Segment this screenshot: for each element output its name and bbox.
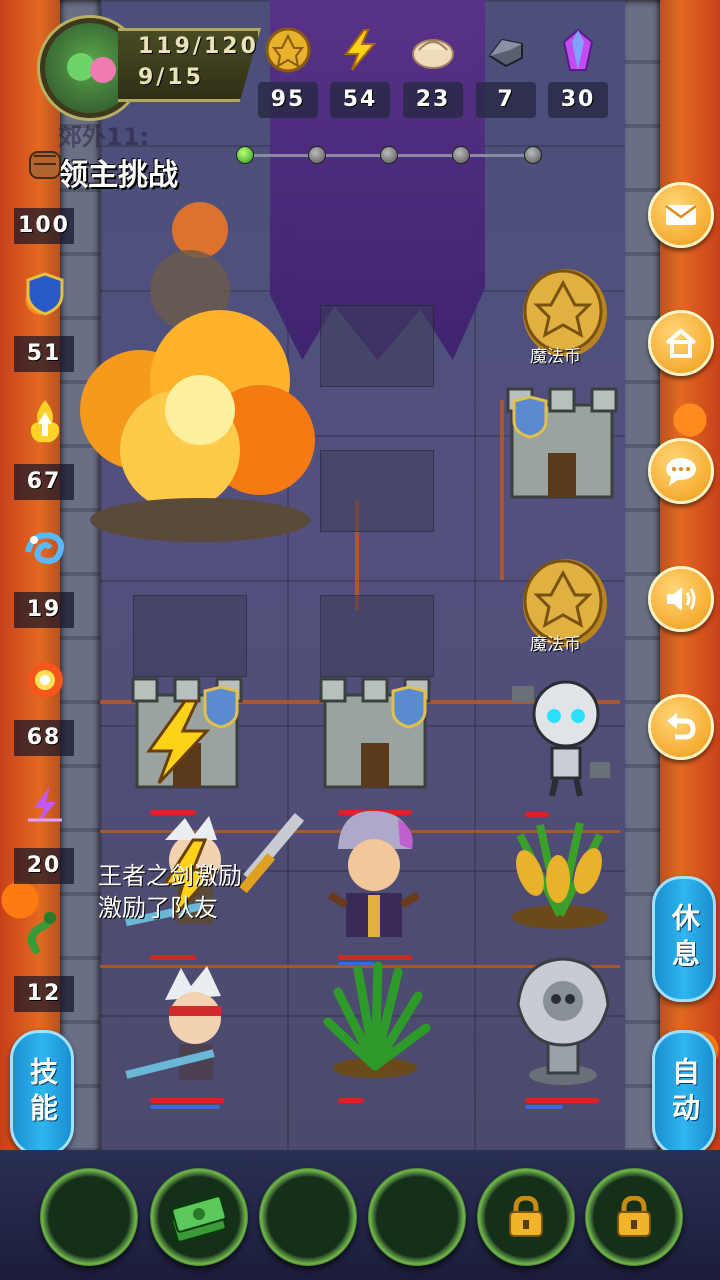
cash-stack-icon xyxy=(171,1195,227,1242)
resource-dumpling: 23 xyxy=(403,22,463,126)
gold-coin-icon xyxy=(265,27,311,73)
tower-icon xyxy=(131,677,243,789)
stone-tower[interactable] xyxy=(125,665,249,799)
statue-icon xyxy=(516,957,610,1085)
back-button[interactable] xyxy=(648,694,714,760)
ninja-icon xyxy=(125,966,221,1080)
skeleton-icon xyxy=(512,680,610,797)
stat-attack: 100 xyxy=(14,142,74,262)
corn-plant[interactable] xyxy=(500,815,620,939)
skill-slot-6-locked[interactable] xyxy=(585,1168,683,1266)
empty-tile[interactable] xyxy=(320,305,434,387)
game-screen: 119/120 9/15 95 54 23 7 30 郊外11: 领主挑战 10… xyxy=(0,0,720,1280)
hero-ninja[interactable] xyxy=(125,960,255,1104)
crystal-icon xyxy=(562,28,594,71)
back-icon xyxy=(667,713,696,740)
home-icon xyxy=(665,328,697,358)
skill-slot-4[interactable] xyxy=(368,1168,466,1266)
stone-tower[interactable] xyxy=(500,375,624,509)
stat-lightning: 20 xyxy=(14,782,74,902)
rest-button[interactable]: 休息 xyxy=(652,876,716,1002)
dumpling-icon xyxy=(412,39,454,69)
water-value: 19 xyxy=(14,592,74,628)
hp-bar xyxy=(338,1098,364,1103)
mail-icon xyxy=(665,204,697,225)
attack-value: 100 xyxy=(14,208,74,244)
snake-icon xyxy=(27,912,56,954)
hp-bar xyxy=(150,1098,224,1103)
skill-slot-2[interactable] xyxy=(150,1168,248,1266)
iron-value: 7 xyxy=(476,82,536,118)
resource-energy: 54 xyxy=(330,22,390,126)
home-button[interactable] xyxy=(648,310,714,376)
flame-arrow-value: 67 xyxy=(14,464,74,500)
magic-coin-label: 魔法币 xyxy=(530,347,581,367)
player-hp: 119/120 xyxy=(138,34,259,59)
resource-crystal: 30 xyxy=(548,22,608,126)
energy-value: 54 xyxy=(330,82,390,118)
stat-flame-arrow: 67 xyxy=(14,398,74,518)
gold-value: 95 xyxy=(258,82,318,118)
hp-bar xyxy=(338,955,412,960)
skill-button[interactable]: 技能 xyxy=(10,1030,74,1156)
chat-icon xyxy=(666,458,696,486)
fist-icon xyxy=(29,151,61,179)
lock-icon xyxy=(509,1196,543,1237)
iron-ore-icon xyxy=(488,38,523,68)
stat-poison: 12 xyxy=(14,910,74,1030)
mage-icon xyxy=(327,810,421,937)
resource-iron: 7 xyxy=(476,22,536,126)
battle-log-line1: 王者之剑激励 xyxy=(98,862,242,890)
corn-icon xyxy=(512,822,608,929)
skill-slot-5-locked[interactable] xyxy=(477,1168,575,1266)
sound-icon xyxy=(667,587,696,611)
hero-mage[interactable] xyxy=(320,805,430,954)
empty-tile[interactable] xyxy=(320,450,434,532)
avatar-pet-pink xyxy=(90,57,116,83)
explosion-effect xyxy=(80,202,315,542)
defense-value: 51 xyxy=(14,336,74,372)
poison-value: 12 xyxy=(14,976,74,1012)
lightning-crystal-icon xyxy=(28,786,62,824)
magic-coin-label: 魔法币 xyxy=(530,635,581,655)
stat-fireball: 68 xyxy=(14,654,74,774)
crystal-value: 30 xyxy=(548,82,608,118)
stat-defense: 51 xyxy=(14,270,74,390)
lightning-icon xyxy=(344,29,377,71)
progress-dot xyxy=(524,146,542,164)
progress-dot xyxy=(380,146,398,164)
battle-log-line2: 激励了队友 xyxy=(98,894,218,922)
flame-arrow-icon xyxy=(30,400,60,443)
progress-dot xyxy=(452,146,470,164)
stat-water: 19 xyxy=(14,526,74,646)
grass-plant[interactable] xyxy=(318,961,433,1086)
stone-tower[interactable] xyxy=(313,665,437,799)
mail-button[interactable] xyxy=(648,182,714,248)
progress-dot xyxy=(236,146,254,164)
auto-button[interactable]: 自动 xyxy=(652,1030,716,1156)
lightning-value: 20 xyxy=(14,848,74,884)
skeleton-enemy[interactable] xyxy=(508,672,618,806)
lock-icon xyxy=(617,1196,651,1237)
skill-slot-3[interactable] xyxy=(259,1168,357,1266)
fireball-value: 68 xyxy=(14,720,74,756)
hp-bar xyxy=(525,1098,599,1103)
dumpling-value: 23 xyxy=(403,82,463,118)
sound-button[interactable] xyxy=(648,566,714,632)
mp-bar xyxy=(150,1105,220,1109)
skill-slot-1[interactable] xyxy=(40,1168,138,1266)
grass-icon xyxy=(323,961,431,1078)
water-swirl-icon xyxy=(25,532,64,564)
tower-icon xyxy=(319,677,431,789)
progress-dot xyxy=(308,146,326,164)
chat-button[interactable] xyxy=(648,438,714,504)
skull-statue[interactable] xyxy=(508,955,618,1094)
shield-icon xyxy=(26,272,64,316)
resource-gold: 95 xyxy=(258,22,318,126)
fireball-icon xyxy=(27,662,63,698)
tower-icon xyxy=(506,387,618,499)
mp-bar xyxy=(525,1105,563,1109)
player-level: 9/15 xyxy=(138,65,204,90)
